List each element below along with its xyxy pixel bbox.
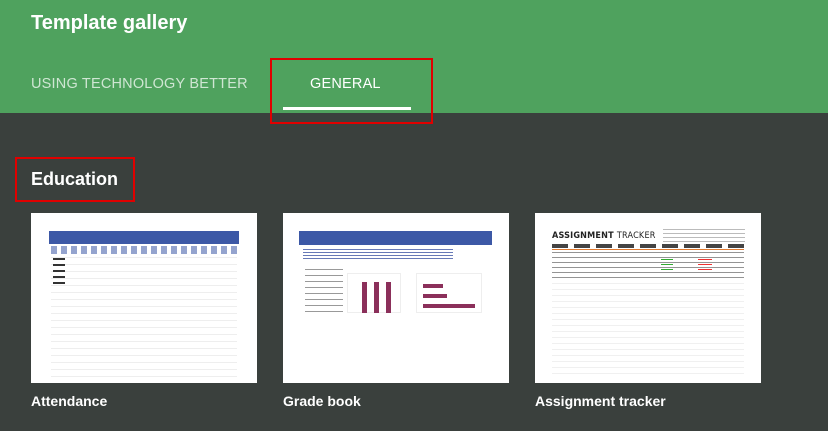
template-label-grade-book[interactable]: Grade book [283, 393, 361, 409]
preview-text [303, 249, 453, 259]
preview-rows [552, 252, 744, 280]
template-label-attendance[interactable]: Attendance [31, 393, 107, 409]
preview-dates-red [698, 259, 712, 273]
highlight-box-general-tab [270, 58, 433, 124]
preview-hbar [423, 284, 443, 288]
template-card-assignment-tracker[interactable]: ASSIGNMENT TRACKER [535, 213, 761, 383]
preview-hbar [423, 294, 447, 298]
preview-banner [49, 231, 239, 244]
preview-grid [51, 257, 237, 377]
preview-banner [299, 231, 492, 245]
preview-empty-rows [552, 283, 744, 378]
preview-bar [386, 282, 391, 313]
preview-table [305, 269, 343, 314]
page-title: Template gallery [31, 12, 188, 34]
template-label-assignment-tracker[interactable]: Assignment tracker [535, 393, 666, 409]
preview-names [53, 258, 65, 288]
preview-bar [374, 282, 379, 313]
preview-header-row [552, 244, 744, 248]
preview-title-light: TRACKER [616, 231, 656, 241]
preview-bar-chart [347, 273, 401, 313]
preview-note [663, 229, 745, 243]
preview-title: ASSIGNMENT TRACKER [552, 231, 656, 241]
highlight-box-education [15, 157, 135, 202]
preview-divider [552, 249, 744, 250]
preview-header-row [51, 246, 237, 254]
template-card-attendance[interactable] [31, 213, 257, 383]
tab-using-technology-better[interactable]: USING TECHNOLOGY BETTER [31, 76, 248, 92]
preview-title-bold: ASSIGNMENT [552, 231, 614, 241]
preview-bar [362, 282, 367, 313]
template-card-grade-book[interactable] [283, 213, 509, 383]
preview-hbar-chart [416, 273, 482, 313]
preview-status-green [661, 259, 673, 273]
preview-hbar [423, 304, 475, 308]
